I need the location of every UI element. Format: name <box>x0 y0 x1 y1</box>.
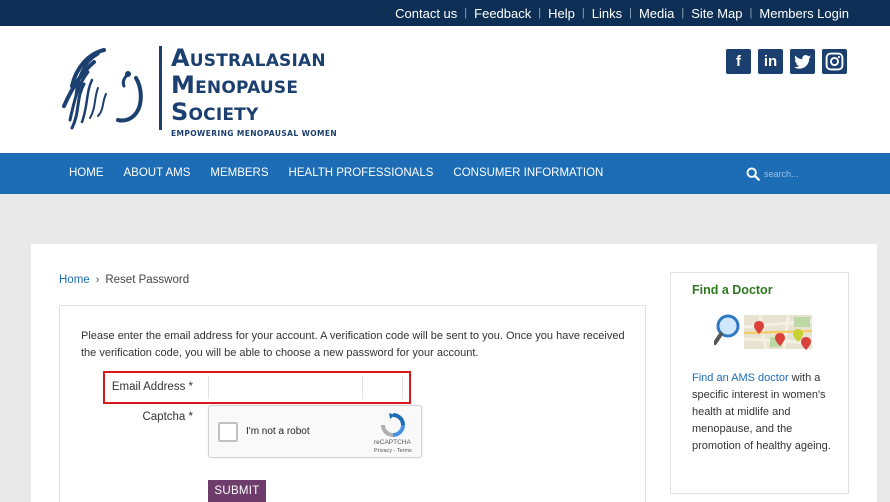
form-instructions: Please enter the email address for your … <box>81 330 625 359</box>
search-icon[interactable] <box>746 167 760 181</box>
help-link[interactable]: Help <box>548 6 575 21</box>
logo-wordmark: AUSTRALASIAN MENOPAUSE SOCIETY EMPOWERIN… <box>171 46 337 138</box>
facebook-icon[interactable]: f <box>726 49 751 74</box>
top-utility-bar: Contact us | Feedback | Help | Links | M… <box>0 0 890 26</box>
divider: | <box>749 7 753 19</box>
content-panel: Home › Reset Password Please enter the e… <box>31 244 877 502</box>
logo-tagline: EMPOWERING MENOPAUSAL WOMEN <box>171 129 338 138</box>
members-login-link[interactable]: Members Login <box>759 6 849 21</box>
map-search-icon[interactable] <box>714 313 814 351</box>
find-a-doctor-description: with a specific interest in women's heal… <box>692 372 831 452</box>
logo-divider <box>159 46 162 130</box>
breadcrumb-current: Reset Password <box>105 274 190 286</box>
divider: | <box>538 7 542 19</box>
social-links: f in <box>726 49 847 74</box>
linkedin-glyph: in <box>763 53 778 70</box>
media-link[interactable]: Media <box>639 6 674 21</box>
site-logo[interactable]: AUSTRALASIAN MENOPAUSE SOCIETY EMPOWERIN… <box>58 44 358 138</box>
breadcrumb: Home › Reset Password <box>59 274 189 286</box>
nav-about-ams[interactable]: ABOUT AMS <box>114 153 201 194</box>
logo-cap: S <box>171 98 189 126</box>
divider: | <box>681 7 685 19</box>
breadcrumb-home-link[interactable]: Home <box>59 274 90 286</box>
nav-health-professionals[interactable]: HEALTH PROFESSIONALS <box>279 153 444 194</box>
find-ams-doctor-link[interactable]: Find an AMS doctor <box>692 372 789 384</box>
nav-members[interactable]: MEMBERS <box>200 153 278 194</box>
divider: | <box>629 7 632 19</box>
logo-cap: A <box>171 44 190 72</box>
email-field-addon <box>363 376 403 399</box>
linkedin-icon[interactable]: in <box>758 49 783 74</box>
links-link[interactable]: Links <box>592 6 622 21</box>
recaptcha-brand: reCAPTCHA <box>374 439 411 446</box>
instagram-icon[interactable] <box>822 49 847 74</box>
chevron-right-icon: › <box>95 274 100 286</box>
reset-password-form: Please enter the email address for your … <box>59 305 646 502</box>
feedback-link[interactable]: Feedback <box>474 6 531 21</box>
instagram-camera-icon <box>825 52 844 71</box>
nav-search <box>746 153 854 194</box>
twitter-icon[interactable] <box>790 49 815 74</box>
nav-items: HOME ABOUT AMS MEMBERS HEALTH PROFESSION… <box>59 153 613 194</box>
logo-word: ENOPAUSE <box>195 78 299 98</box>
submit-button[interactable]: SUBMIT <box>208 480 266 502</box>
recaptcha-logo-icon <box>381 413 405 437</box>
contact-us-link[interactable]: Contact us <box>395 6 457 21</box>
twitter-bird-icon <box>794 54 811 69</box>
site-map-link[interactable]: Site Map <box>691 6 742 21</box>
logo-figure-icon <box>62 48 143 130</box>
logo-cap: M <box>171 71 196 99</box>
utility-links: Contact us | Feedback | Help | Links | M… <box>395 0 849 26</box>
recaptcha-label: I'm not a robot <box>246 426 310 437</box>
recaptcha-widget: I'm not a robot reCAPTCHA Privacy - Term… <box>208 405 422 458</box>
logo-word: USTRALASIAN <box>189 51 326 71</box>
divider: | <box>581 7 585 19</box>
main-navigation: HOME ABOUT AMS MEMBERS HEALTH PROFESSION… <box>0 153 890 194</box>
site-header: AUSTRALASIAN MENOPAUSE SOCIETY EMPOWERIN… <box>0 26 890 153</box>
recaptcha-checkbox[interactable] <box>218 422 238 442</box>
find-a-doctor-title: Find a Doctor <box>692 283 773 297</box>
nav-home[interactable]: HOME <box>59 153 114 194</box>
email-field[interactable] <box>208 376 363 399</box>
find-a-doctor-card: Find a Doctor Find an AMS doctor with a … <box>670 272 849 494</box>
facebook-glyph: f <box>736 53 741 70</box>
recaptcha-terms-link[interactable]: Privacy - Terms <box>374 448 412 454</box>
divider: | <box>464 7 468 19</box>
logo-word: OCIETY <box>188 105 259 125</box>
find-a-doctor-text: Find an AMS doctor with a specific inter… <box>692 370 837 455</box>
search-input[interactable] <box>764 168 854 179</box>
nav-consumer-information[interactable]: CONSUMER INFORMATION <box>443 153 613 194</box>
captcha-label: Captcha * <box>142 411 193 423</box>
